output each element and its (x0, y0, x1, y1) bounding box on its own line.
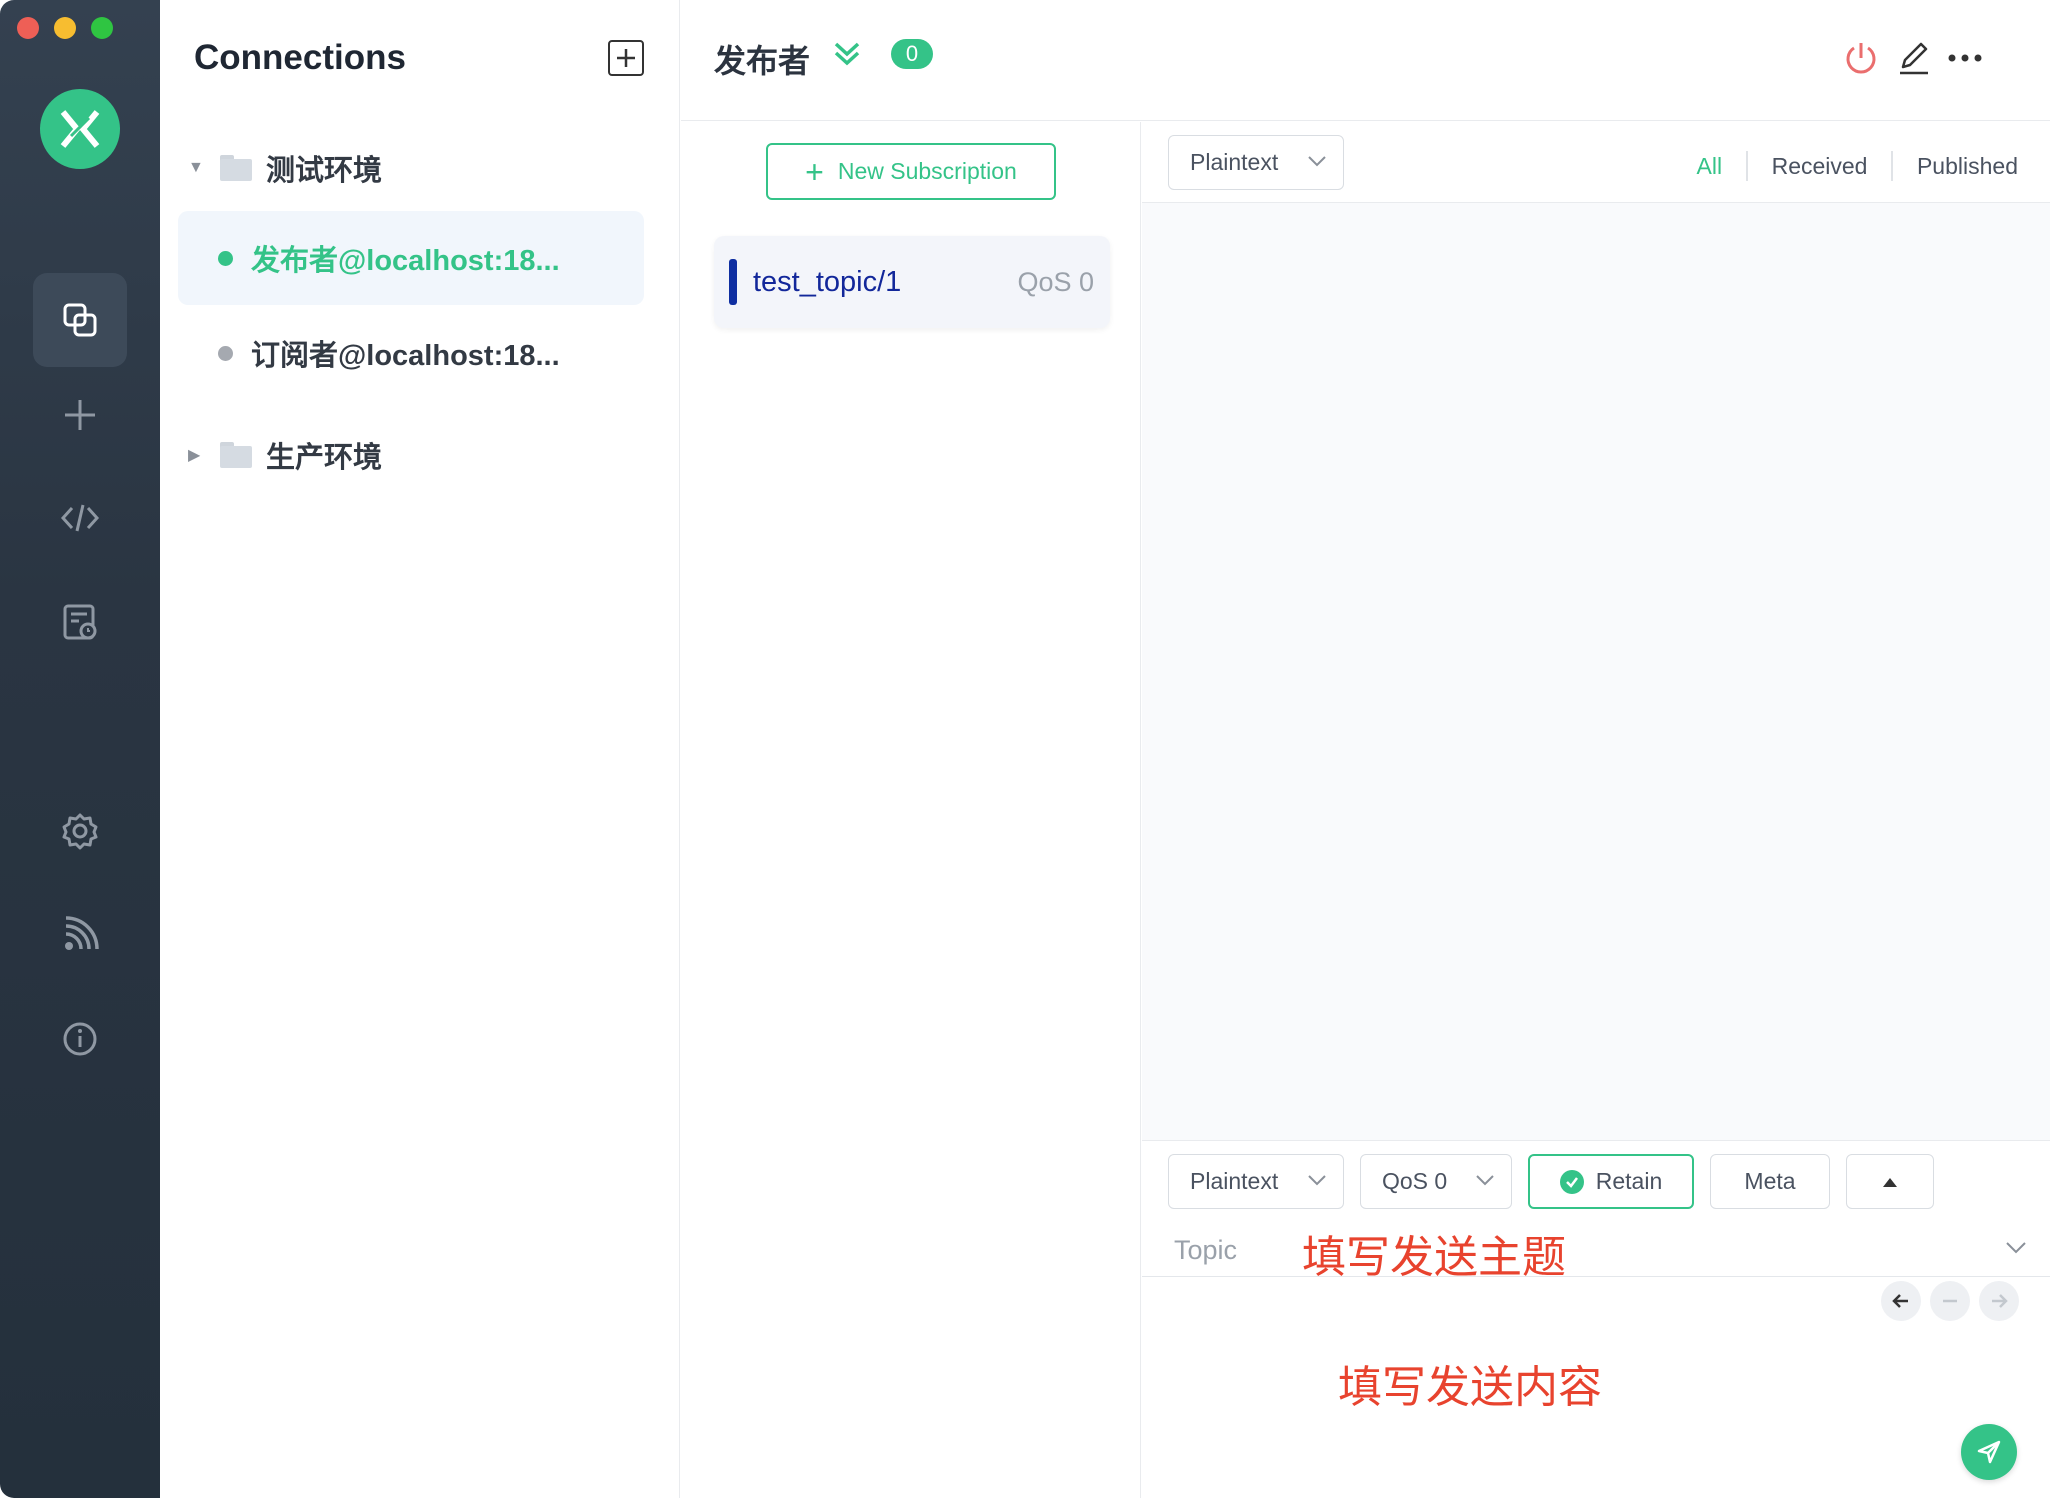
divider (1891, 151, 1893, 181)
filter-all[interactable]: All (1697, 153, 1723, 180)
subscriptions-panel: + New Subscription test_topic/1 QoS 0 (681, 122, 1141, 1498)
history-clear-button[interactable] (1930, 1281, 1970, 1321)
arrow-right-icon (1992, 1294, 2008, 1308)
connections-title: Connections (194, 38, 406, 77)
check-circle-icon (1559, 1169, 1584, 1194)
filter-published[interactable]: Published (1917, 153, 2018, 180)
edit-icon (1900, 42, 1928, 75)
add-icon (65, 400, 95, 430)
rail-log-button[interactable] (33, 575, 127, 669)
send-button[interactable] (1961, 1424, 2017, 1480)
connection-header: 发布者 0 (681, 0, 2050, 121)
settings-icon (62, 813, 98, 850)
topic-annotation: 填写发送主题 (1302, 1233, 1566, 1282)
history-back-button[interactable] (1881, 1281, 1921, 1321)
group-label: 测试环境 (266, 155, 383, 187)
publish-qos-value: QoS 0 (1382, 1168, 1448, 1194)
mqttx-logo-icon (60, 110, 100, 148)
rail-settings-button[interactable] (33, 784, 127, 878)
plus-icon: + (805, 153, 824, 190)
history-forward-button[interactable] (1979, 1281, 2019, 1321)
connections-icon (63, 303, 97, 337)
topic-placeholder: Topic (1174, 1235, 1238, 1265)
connection-item-publisher[interactable]: 发布者@localhost:18... (178, 211, 644, 305)
disconnected-status-dot (218, 345, 233, 361)
publish-format-value: Plaintext (1190, 1168, 1279, 1194)
collapse-button[interactable] (831, 38, 863, 75)
subscription-item[interactable]: test_topic/1 QoS 0 (714, 236, 1110, 328)
subscription-topic: test_topic/1 (753, 265, 902, 298)
divider (1746, 151, 1748, 181)
payload-annotation: 填写发送内容 (1338, 1363, 1602, 1412)
zoom-window-button[interactable] (91, 17, 113, 39)
filter-received[interactable]: Received (1772, 153, 1868, 180)
edit-connection-button[interactable] (1894, 38, 1934, 78)
chevron-down-icon (1308, 156, 1326, 167)
caret-right-icon: ▶ (188, 447, 201, 464)
subscription-color-bar (729, 259, 737, 305)
message-count-badge: 0 (891, 39, 933, 69)
rail-script-button[interactable] (33, 471, 127, 565)
folder-icon (220, 155, 252, 181)
close-window-button[interactable] (17, 17, 39, 39)
rail-connections-button[interactable] (33, 273, 127, 367)
meta-button[interactable]: Meta (1710, 1154, 1830, 1209)
window-controls (17, 17, 113, 39)
triangle-up-icon (1883, 1177, 1897, 1187)
publish-format-select[interactable]: Plaintext (1168, 1154, 1344, 1209)
rail-about-button[interactable] (33, 992, 127, 1086)
payload-format-select[interactable]: Plaintext (1168, 135, 1344, 190)
connections-panel: Connections ▼ 测试环境 发布者@localhost:18... 订… (160, 0, 680, 1498)
messages-area: Plaintext All Received Published (1142, 122, 2050, 1140)
chevron-down-icon (1308, 1175, 1326, 1186)
log-icon (63, 604, 97, 640)
connection-name: 发布者@localhost:18... (251, 245, 560, 277)
new-subscription-button[interactable]: + New Subscription (766, 143, 1056, 200)
publish-qos-select[interactable]: QoS 0 (1360, 1154, 1512, 1209)
send-icon (1977, 1440, 2001, 1464)
app-logo (40, 89, 120, 169)
more-horizontal-icon (1948, 54, 1982, 62)
connected-status-dot (218, 250, 233, 266)
app-window: Connections ▼ 测试环境 发布者@localhost:18... 订… (0, 0, 2050, 1498)
new-connection-button[interactable] (608, 40, 644, 76)
retain-toggle[interactable]: Retain (1528, 1154, 1694, 1209)
more-options-button[interactable] (1945, 38, 1985, 78)
feed-icon (65, 916, 99, 950)
new-subscription-label: New Subscription (837, 158, 1017, 184)
double-chevron-down-icon (834, 42, 860, 66)
rail-feed-button[interactable] (33, 888, 127, 982)
minimize-window-button[interactable] (54, 17, 76, 39)
publish-area: Plaintext QoS 0 Retain Meta Topic 填写发送主题… (1142, 1140, 2050, 1498)
folder-icon (220, 442, 252, 468)
add-icon (617, 49, 635, 67)
expand-publish-button[interactable] (1846, 1154, 1934, 1209)
message-filter-tabs: All Received Published (1697, 151, 2018, 181)
chevron-down-icon (1476, 1175, 1494, 1186)
meta-label: Meta (1744, 1168, 1796, 1194)
chevron-down-icon[interactable] (2004, 1239, 2028, 1255)
retain-label: Retain (1595, 1168, 1663, 1194)
minus-icon (1943, 1299, 1957, 1303)
caret-down-icon: ▼ (188, 159, 204, 176)
connection-name: 订阅者@localhost:18... (251, 340, 560, 372)
topic-input-row[interactable]: Topic 填写发送主题 (1142, 1221, 2050, 1282)
subscription-qos: QoS 0 (1017, 266, 1094, 297)
power-icon (1846, 43, 1876, 74)
group-label: 生产环境 (266, 442, 383, 474)
messages-toolbar: Plaintext All Received Published (1142, 122, 2050, 203)
connection-title: 发布者 (714, 43, 811, 79)
rail-new-connection-button[interactable] (33, 368, 127, 462)
group-prod-env[interactable]: ▶ 生产环境 (188, 435, 382, 475)
disconnect-button[interactable] (1841, 38, 1881, 78)
arrow-left-icon (1892, 1294, 1908, 1308)
code-icon (60, 504, 100, 532)
group-test-env[interactable]: ▼ 测试环境 (188, 148, 382, 188)
connection-item-subscriber[interactable]: 订阅者@localhost:18... (178, 306, 644, 400)
info-icon (63, 1022, 97, 1056)
nav-rail (0, 0, 160, 1498)
payload-format-value: Plaintext (1190, 149, 1279, 175)
